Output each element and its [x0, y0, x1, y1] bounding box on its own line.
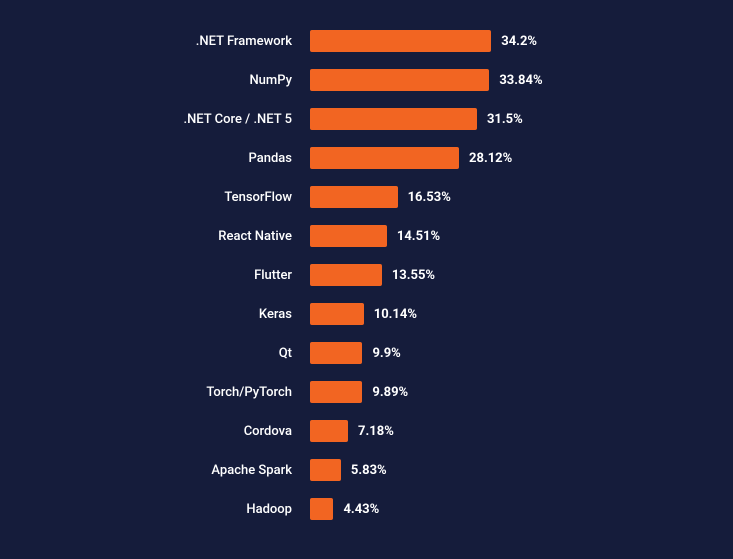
bar-value: 7.18%	[358, 424, 394, 439]
bar-label: Hadoop	[20, 502, 310, 517]
bar-row: Pandas 28.12%	[20, 147, 713, 169]
bar-label: Flutter	[20, 268, 310, 283]
bar-fill	[310, 459, 341, 481]
bar-label: Qt	[20, 346, 310, 361]
bar-fill	[310, 303, 364, 325]
bar-label: Pandas	[20, 151, 310, 166]
bar-track: 9.9%	[310, 342, 713, 364]
bar-value: 4.43%	[343, 502, 379, 517]
bar-fill	[310, 342, 362, 364]
bar-track: 5.83%	[310, 459, 713, 481]
bar-track: 31.5%	[310, 108, 713, 130]
bar-label: .NET Core / .NET 5	[20, 112, 310, 127]
bar-row: NumPy 33.84%	[20, 69, 713, 91]
bar-value: 28.12%	[469, 151, 512, 166]
bar-track: 10.14%	[310, 303, 713, 325]
bar-row: Apache Spark 5.83%	[20, 459, 713, 481]
bar-row: React Native 14.51%	[20, 225, 713, 247]
bar-row: Keras 10.14%	[20, 303, 713, 325]
bar-value: 31.5%	[487, 112, 523, 127]
bar-label: NumPy	[20, 73, 310, 88]
bar-fill	[310, 498, 333, 520]
bar-track: 13.55%	[310, 264, 713, 286]
bar-label: Cordova	[20, 424, 310, 439]
bar-label: React Native	[20, 229, 310, 244]
bar-value: 13.55%	[392, 268, 435, 283]
bar-fill	[310, 186, 398, 208]
bar-value: 34.2%	[501, 34, 537, 49]
bar-fill	[310, 225, 387, 247]
bar-label: TensorFlow	[20, 190, 310, 205]
bar-row: Cordova 7.18%	[20, 420, 713, 442]
bar-fill	[310, 30, 491, 52]
bar-fill	[310, 69, 489, 91]
bar-track: 34.2%	[310, 30, 713, 52]
bar-chart: .NET Framework 34.2% NumPy 33.84% .NET C…	[20, 30, 713, 520]
bar-track: 4.43%	[310, 498, 713, 520]
bar-value: 14.51%	[397, 229, 440, 244]
bar-track: 7.18%	[310, 420, 713, 442]
bar-row: .NET Framework 34.2%	[20, 30, 713, 52]
bar-label: Torch/PyTorch	[20, 385, 310, 400]
bar-label: Keras	[20, 307, 310, 322]
bar-row: Hadoop 4.43%	[20, 498, 713, 520]
bar-value: 9.89%	[372, 385, 408, 400]
bar-row: Qt 9.9%	[20, 342, 713, 364]
bar-fill	[310, 381, 362, 403]
bar-fill	[310, 420, 348, 442]
bar-track: 14.51%	[310, 225, 713, 247]
bar-row: .NET Core / .NET 5 31.5%	[20, 108, 713, 130]
bar-row: TensorFlow 16.53%	[20, 186, 713, 208]
bar-value: 9.9%	[372, 346, 400, 361]
bar-value: 5.83%	[351, 463, 387, 478]
bar-track: 28.12%	[310, 147, 713, 169]
bar-value: 33.84%	[499, 73, 542, 88]
bar-track: 16.53%	[310, 186, 713, 208]
bar-label: Apache Spark	[20, 463, 310, 478]
bar-row: Flutter 13.55%	[20, 264, 713, 286]
bar-fill	[310, 147, 459, 169]
bar-track: 9.89%	[310, 381, 713, 403]
bar-track: 33.84%	[310, 69, 713, 91]
bar-value: 16.53%	[408, 190, 451, 205]
bar-fill	[310, 108, 477, 130]
bar-label: .NET Framework	[20, 34, 310, 49]
bar-row: Torch/PyTorch 9.89%	[20, 381, 713, 403]
bar-fill	[310, 264, 382, 286]
bar-value: 10.14%	[374, 307, 417, 322]
